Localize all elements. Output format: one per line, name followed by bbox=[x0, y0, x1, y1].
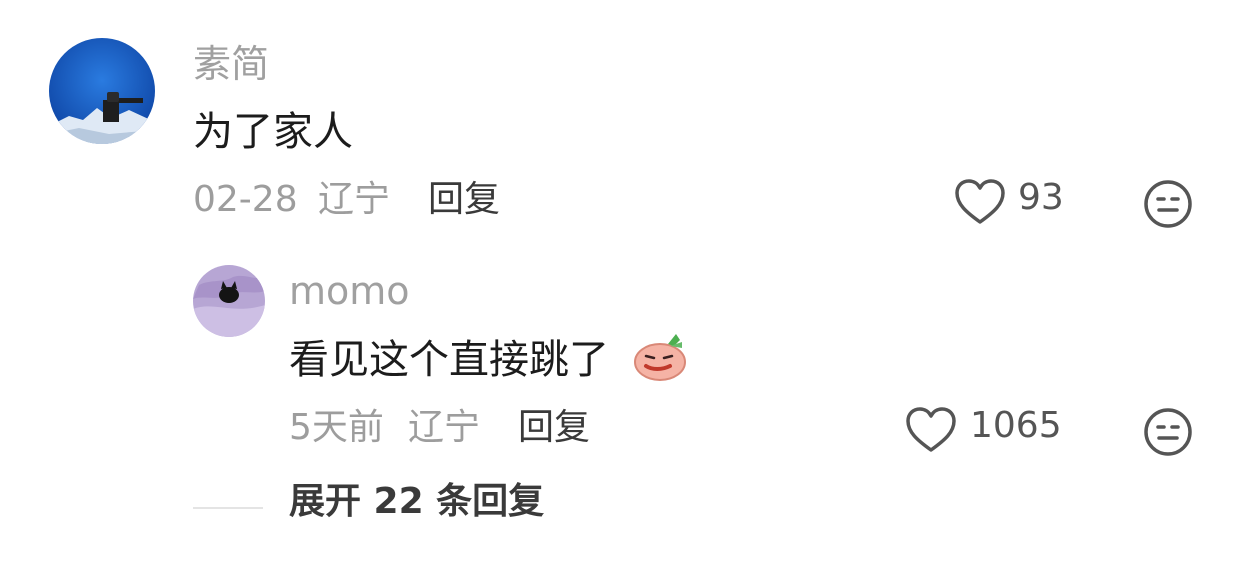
neutral-face-icon[interactable] bbox=[1142, 178, 1194, 230]
reply-button[interactable]: 回复 bbox=[518, 410, 590, 446]
comment-date: 5天前 bbox=[289, 407, 384, 448]
heart-outline-icon[interactable] bbox=[905, 406, 957, 454]
comment-location: 辽宁 bbox=[318, 179, 391, 220]
comment-text: 为了家人 bbox=[193, 109, 353, 155]
avatar[interactable] bbox=[49, 38, 155, 144]
comment-date: 02-28 bbox=[193, 179, 298, 220]
expand-replies-button[interactable]: 展开 22 条回复 bbox=[289, 484, 544, 520]
radish-face-emoji bbox=[632, 330, 688, 382]
username[interactable]: 素简 bbox=[193, 45, 269, 83]
comment-text: 看见这个直接跳了 bbox=[289, 337, 609, 383]
like-count: 1065 bbox=[970, 405, 1062, 446]
neutral-face-icon[interactable] bbox=[1142, 406, 1194, 458]
like-count: 93 bbox=[1018, 177, 1064, 218]
heart-outline-icon[interactable] bbox=[954, 178, 1006, 226]
reply-button[interactable]: 回复 bbox=[428, 182, 500, 218]
comment-location: 辽宁 bbox=[408, 407, 481, 448]
username[interactable]: momo bbox=[289, 272, 410, 310]
divider bbox=[193, 507, 263, 509]
avatar[interactable] bbox=[193, 265, 265, 337]
